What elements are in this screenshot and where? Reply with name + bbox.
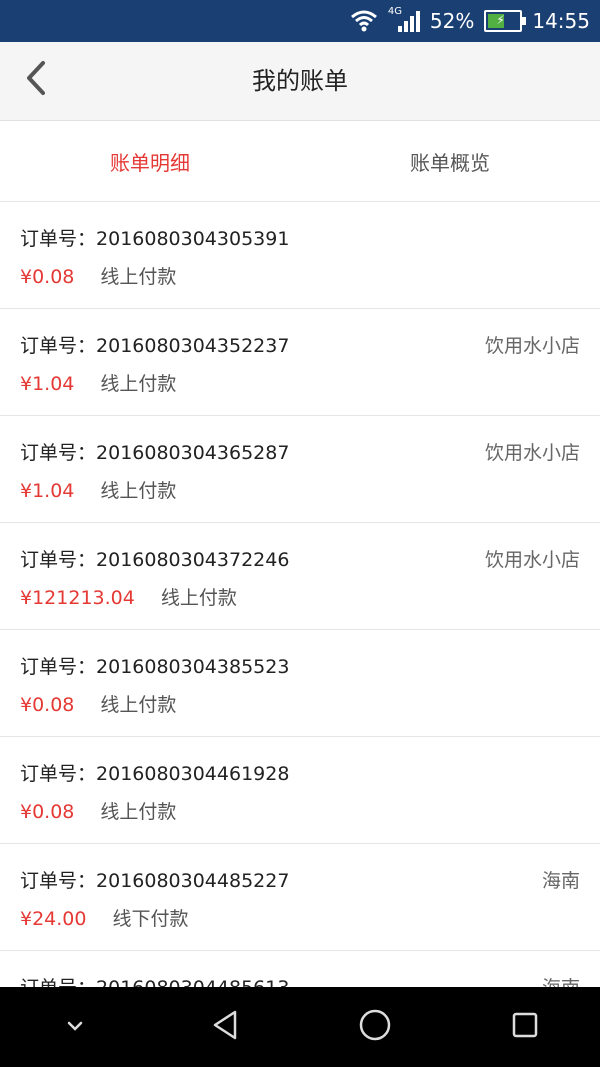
hide-nav-button[interactable] (45, 997, 105, 1057)
amount: ¥1.04 (20, 480, 75, 502)
app-header: 我的账单 (0, 42, 600, 121)
status-bar: 4G 52% ⚡ 14:55 (0, 0, 600, 42)
payment-method: 线上付款 (100, 480, 177, 502)
order-label: 订单号： (20, 656, 97, 678)
amount: ¥0.08 (20, 266, 75, 288)
order-number: 2016080304485613 (96, 977, 289, 987)
order-number: 2016080304352237 (96, 335, 290, 357)
store-name: 饮用水小店 (484, 549, 580, 571)
nav-back-button[interactable] (195, 997, 255, 1057)
order-label: 订单号： (20, 442, 97, 464)
amount: ¥24.00 (20, 908, 87, 930)
order-number: 2016080304305391 (96, 228, 290, 250)
order-label: 订单号： (20, 977, 96, 987)
battery-icon: ⚡ (484, 10, 527, 32)
list-item[interactable]: 订单号：2016080304372246 饮用水小店 ¥121213.04 线上付… (0, 523, 600, 630)
amount: ¥0.08 (20, 694, 75, 716)
amount: ¥1.04 (20, 373, 75, 395)
back-triangle-icon (210, 1009, 240, 1045)
wifi-icon (350, 10, 378, 32)
navigation-bar (0, 987, 600, 1067)
nav-recents-button[interactable] (495, 997, 555, 1057)
order-label: 订单号： (20, 870, 97, 892)
tab-bill-overview[interactable]: 账单概览 (300, 121, 600, 201)
battery-percent: 52% (429, 9, 475, 33)
list-item[interactable]: 订单号：2016080304365287 饮用水小店 ¥1.04 线上付款 (0, 416, 600, 523)
payment-method: 线上付款 (100, 801, 177, 823)
home-circle-icon (358, 1008, 392, 1046)
tab-bill-details[interactable]: 账单明细 (0, 121, 300, 201)
amount: ¥0.08 (20, 801, 75, 823)
chevron-down-icon (65, 1018, 85, 1037)
store-name: 海南 (542, 973, 580, 987)
order-label: 订单号： (20, 763, 97, 785)
amount: ¥121213.04 (20, 587, 135, 609)
signal-icon: 4G (388, 6, 420, 34)
page-title: 我的账单 (252, 67, 348, 95)
list-item[interactable]: 订单号：2016080304461928 ¥0.08 线上付款 (0, 737, 600, 844)
tab-bar: 账单明细 账单概览 (0, 121, 600, 202)
payment-method: 线下付款 (112, 908, 189, 930)
clock: 14:55 (532, 9, 590, 33)
list-item[interactable]: 订单号：2016080304305391 ¥0.08 线上付款 (0, 202, 600, 309)
list-item[interactable]: 订单号：2016080304485227 海南 ¥24.00 线下付款 (0, 844, 600, 951)
order-label: 订单号： (20, 549, 97, 571)
store-name: 海南 (541, 870, 580, 892)
order-label: 订单号： (20, 228, 97, 250)
order-number: 2016080304485227 (96, 870, 290, 892)
payment-method: 线上付款 (100, 266, 177, 288)
order-number: 2016080304461928 (96, 763, 290, 785)
order-list: 订单号：2016080304305391 ¥0.08 线上付款 订单号：20160… (0, 202, 600, 987)
order-label: 订单号： (20, 335, 97, 357)
recents-square-icon (510, 1010, 540, 1044)
list-item[interactable]: 订单号：2016080304485613 海南 (0, 951, 600, 987)
order-number: 2016080304385523 (96, 656, 290, 678)
payment-method: 线上付款 (160, 587, 237, 609)
payment-method: 线上付款 (100, 694, 177, 716)
store-name: 饮用水小店 (484, 442, 580, 464)
nav-home-button[interactable] (345, 997, 405, 1057)
store-name: 饮用水小店 (484, 335, 580, 357)
list-item[interactable]: 订单号：2016080304385523 ¥0.08 线上付款 (0, 630, 600, 737)
list-item[interactable]: 订单号：2016080304352237 饮用水小店 ¥1.04 线上付款 (0, 309, 600, 416)
payment-method: 线上付款 (100, 373, 177, 395)
order-number: 2016080304365287 (96, 442, 290, 464)
order-number: 2016080304372246 (96, 549, 290, 571)
